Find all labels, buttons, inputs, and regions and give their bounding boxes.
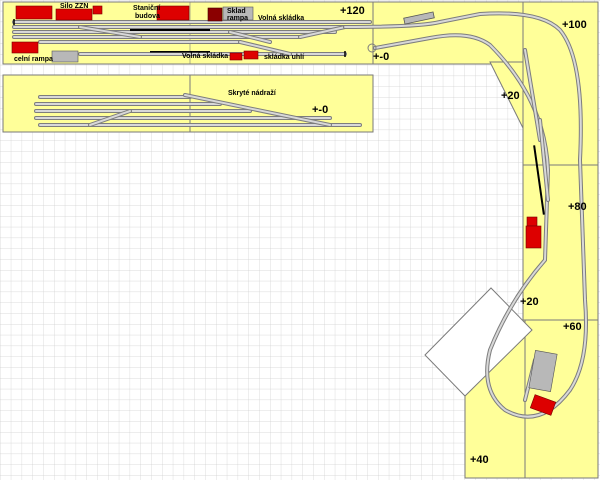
silo-tower <box>55 8 93 21</box>
label-station-1: Staniční <box>133 5 161 12</box>
elev-20-lower: +20 <box>520 296 539 308</box>
elev-40: +40 <box>470 454 489 466</box>
label-station-2: budova <box>135 13 160 20</box>
elev-60: +60 <box>563 321 582 333</box>
corner-building <box>525 225 542 249</box>
silo-building <box>15 5 53 20</box>
elev-80: +80 <box>568 201 587 213</box>
label-sklad-1: Sklad <box>227 8 246 15</box>
label-silo: Silo ZZN <box>60 3 88 10</box>
label-celni: celní rampa <box>14 56 53 63</box>
label-volna-bottom: Volná skládka <box>182 53 228 60</box>
corner-building-small <box>526 216 538 227</box>
warehouse-building <box>207 7 223 22</box>
coal-building <box>243 50 259 60</box>
customs-building <box>11 41 39 54</box>
elev-0-hidden: +-0 <box>312 104 328 116</box>
elev-20-upper: +20 <box>501 90 520 102</box>
platform-main <box>130 29 210 31</box>
label-skryte: Skryté nádraží <box>228 90 277 97</box>
label-sklad-2: rampa <box>227 15 248 22</box>
elev-100: +100 <box>562 19 587 31</box>
elev-120: +120 <box>340 5 365 17</box>
customs-ramp <box>51 50 79 63</box>
track-plan: Silo ZZN Staniční budova Sklad rampa Vol… <box>0 0 600 480</box>
silo-small <box>92 5 103 15</box>
label-volna-top: Volná skládka <box>258 15 304 22</box>
label-uhli: skládka uhlí <box>264 54 305 61</box>
coal-shed <box>229 52 243 61</box>
elev-0-station: +-0 <box>373 51 389 63</box>
station-building <box>156 5 190 21</box>
